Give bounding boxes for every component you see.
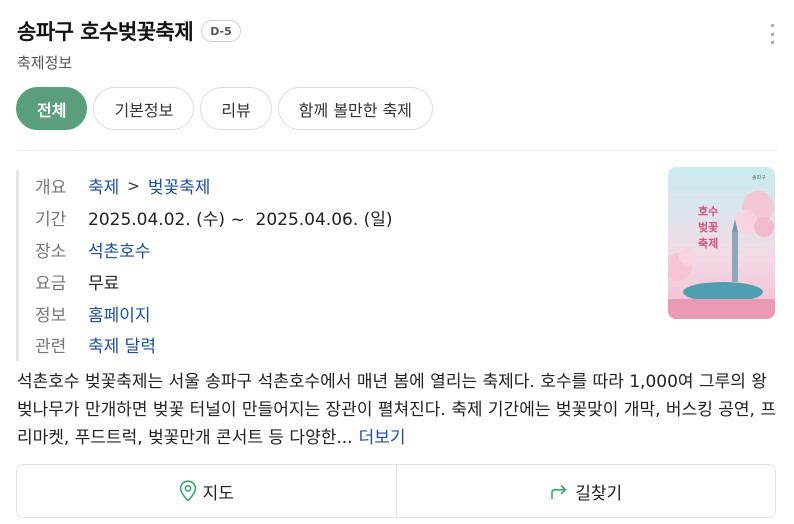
info-label: 요금 [35,273,67,294]
category-link[interactable]: 축제 [88,173,119,198]
fee-value: 무료 [88,273,120,294]
poster-title-1: 호수 [698,204,718,218]
poster-title-2: 벚꽃 [698,220,718,234]
tab-related-festivals[interactable]: 함께 볼만한 축제 [277,87,434,130]
info-row-info: 정보 홈페이지 [35,297,636,329]
poster-image: 호수 벚꽃 축제 송파구 [668,167,775,319]
title-row: 송파구 호수벚꽃축제 D-5 [17,14,777,48]
poster-issuer: 송파구 [752,174,766,181]
period-value: 2025.04.02. (수) ~ 2025.04.06. (일) [88,210,393,231]
page-title: 송파구 호수벚꽃축제 [17,20,194,44]
map-button-label: 지도 [202,483,234,504]
tab-basic-info[interactable]: 기본정보 [93,87,195,130]
place-link[interactable]: 석촌호수 [88,237,151,262]
info-row-fee: 요금 무료 [35,265,636,297]
divider [16,150,778,151]
action-bar: 지도 길찾기 [16,464,776,518]
tab-bar: 전체 기본정보 리뷰 함께 볼만한 축제 [16,87,434,130]
festival-poster[interactable]: 호수 벚꽃 축제 송파구 [668,167,775,319]
info-label: 장소 [35,241,67,262]
info-label: 기간 [35,210,67,231]
info-row-overview: 개요 축제 > 벚꽃축제 [35,170,636,202]
directions-button[interactable]: 길찾기 [395,465,776,517]
header: 송파구 호수벚꽃축제 D-5 축제정보 [17,14,777,74]
info-row-related: 관련 축제 달력 [35,329,636,361]
directions-button-label: 길찾기 [575,483,623,504]
subcategory-link[interactable]: 벚꽃축제 [148,173,211,198]
dday-badge: D-5 [201,20,241,42]
festival-calendar-link[interactable]: 축제 달력 [88,332,156,357]
read-more-link[interactable]: 더보기 [359,428,406,448]
info-row-period: 기간 2025.04.02. (수) ~ 2025.04.06. (일) [35,202,636,234]
info-label: 정보 [35,305,67,326]
info-row-place: 장소 석촌호수 [35,234,636,266]
map-pin-icon [179,480,196,502]
tab-review[interactable]: 리뷰 [200,87,272,130]
tab-all[interactable]: 전체 [16,87,88,130]
description: 석촌호수 벚꽃축제는 서울 송파구 석촌호수에서 매년 봄에 열리는 축제다. … [17,368,777,452]
subtitle: 축제정보 [17,54,73,72]
info-label: 관련 [35,337,67,358]
poster-title-3: 축제 [698,236,718,250]
info-label: 개요 [35,178,67,199]
info-list: 개요 축제 > 벚꽃축제 기간 2025.04.02. (수) ~ 2025.0… [16,170,636,361]
more-options-icon[interactable] [767,24,777,44]
category-separator: > [127,176,140,195]
homepage-link[interactable]: 홈페이지 [88,301,151,326]
map-button[interactable]: 지도 [17,465,396,517]
directions-arrow-icon [551,484,567,499]
